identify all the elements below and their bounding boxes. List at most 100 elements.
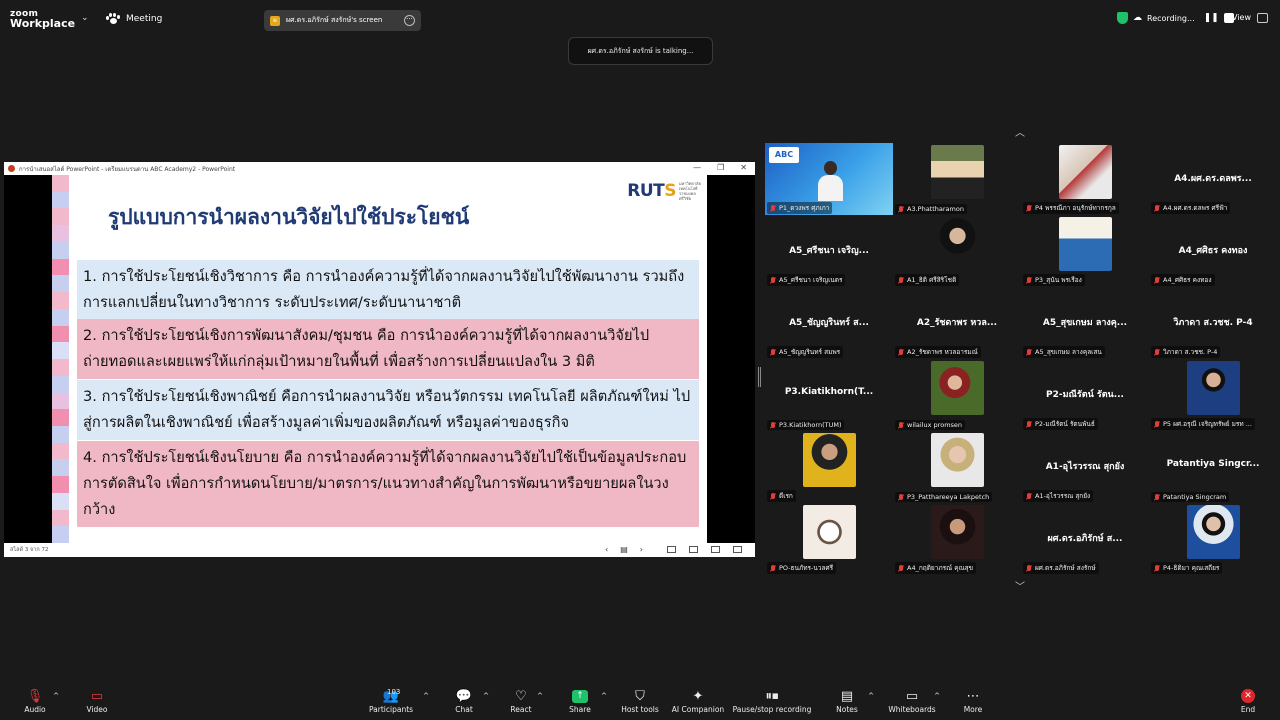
participant-tile[interactable]: A4.ผศ.ดร.ดลพร... A4.ผศ.ดร.ดลพร ศรีฟ้า [1149,143,1277,215]
participant-tile[interactable]: ABC P1_ดวงพร ศุภเกา [765,143,893,215]
participant-tile[interactable]: ดีเรก [765,431,893,503]
share-options-chevron[interactable]: ^ [600,687,608,705]
participant-tile[interactable]: P3_Patthareeya Lakpetch [893,431,1021,503]
chat-icon: 💬 [455,688,473,704]
audio-label: Audio [24,705,46,714]
host-tools-button[interactable]: ⛉ Host tools [620,687,660,715]
audio-button[interactable]: 🎙 Audio [22,687,48,715]
participant-tile[interactable]: P3_สุนัน พรเรือง [1021,215,1149,287]
chevron-down-icon[interactable]: ⌄ [81,13,89,23]
end-icon: ✕ [1241,689,1255,703]
ruts-logo: RUTS มหาวิทยาลัยเทคโนโลยีราชมงคลศรีวิชัย [627,181,701,201]
pause-stop-recording-button[interactable]: ⏸⏹ Pause/stop recording [732,687,812,715]
muted-mic-icon [1154,420,1160,428]
notes-button[interactable]: ▤ Notes [835,687,859,715]
slide-item-1: 1. การใช้ประโยชน์เชิงวิชาการ คือ การนำอง… [77,260,699,320]
muted-mic-icon [898,276,904,284]
participant-name: A4_ศศิธร คงทอง [1163,276,1212,284]
participant-tile[interactable]: A2_รัชดาพร หวล... A2_รัชดาพร หวลอารมณ์ [893,287,1021,359]
participant-tile[interactable]: A3.Phattharamon [893,143,1021,215]
participant-tile[interactable]: A1_ธิติ ศรีสิริโชติ [893,215,1021,287]
gallery-up-icon[interactable]: ︿ [1015,124,1025,139]
reading-view-icon[interactable] [711,546,720,553]
participant-tile[interactable]: P4 พรรณีภา อนุรักษ์ทากรกุล [1021,143,1149,215]
participant-name: A4_กฤติยาภรณ์ คุณสุข [907,564,974,572]
meeting-info-button[interactable]: Meeting [106,13,162,25]
screen-share-pill[interactable]: ผ ผศ.ดร.อภิรักษ์ สงรักษ์'s screen ··· [264,10,421,31]
participant-display-name: วิภาดา ส.วชช. P-4 [1173,318,1253,328]
view-button[interactable]: View [1232,13,1268,23]
participant-display-name: ผศ.ดร.อภิรักษ์ ส... [1047,534,1123,544]
gallery-down-icon[interactable]: ﹀ [1015,578,1025,593]
restore-icon[interactable]: ❐ [717,163,724,172]
participant-name: wilailux promsen [907,421,963,429]
more-button[interactable]: ⋯ More [961,687,985,715]
chat-button[interactable]: 💬 Chat [452,687,476,715]
react-label: React [510,705,532,714]
participant-tile[interactable]: P5 ผศ.อรุณี เจริญทรัพย์ มรท ... [1149,359,1277,431]
participant-name: P3.Kiatikhorn(TUM) [779,421,842,429]
participant-name-label: A3.Phattharamon [895,204,967,214]
ruts-tag: มหาวิทยาลัยเทคโนโลยีราชมงคลศรีวิชัย [679,181,701,201]
prev-slide-icon[interactable]: ‹ [605,543,608,557]
participant-display-name: P2-มณีรัตน์ รัตน... [1046,390,1124,400]
whiteboards-options-chevron[interactable]: ^ [933,687,941,705]
bottom-toolbar: 🎙 Audio ^ ▭ Video 👥 103 Participants ^ 💬 … [0,682,1280,720]
participant-photo [931,145,984,199]
participant-tile[interactable]: P2-มณีรัตน์ รัตน... P2-มณีรัตน์ รัตนพันธ์ [1021,359,1149,431]
participant-tile[interactable]: A4_ศศิธร คงทอง A4_ศศิธร คงทอง [1149,215,1277,287]
minimize-icon[interactable]: — [693,163,701,172]
sparkle-icon: ✦ [692,688,704,704]
participant-tile[interactable]: wilailux promsen [893,359,1021,431]
top-bar: zoom Workplace ⌄ Meeting ผ ผศ.ดร.อภิรักษ… [0,0,1280,38]
pause-recording-button[interactable]: ❚❚ [1204,13,1219,23]
participant-name-label: A4.ผศ.ดร.ดลพร ศรีฟ้า [1151,202,1231,214]
ai-companion-button[interactable]: ✦ AI Companion [670,687,726,715]
chevron-up-icon: ^ [601,692,607,700]
share-button[interactable]: ↑ Share [567,687,593,714]
slideshow-view-icon[interactable] [733,546,742,553]
react-options-chevron[interactable]: ^ [536,687,544,705]
participant-display-name: A5_สุขเกษม ลางคุ... [1042,318,1128,328]
participants-options-chevron[interactable]: ^ [422,687,430,705]
end-button[interactable]: ✕ End [1236,687,1260,714]
share-label: Share [569,705,591,714]
participant-tile[interactable]: A4_กฤติยาภรณ์ คุณสุข [893,503,1021,575]
muted-mic-icon [898,421,904,429]
participant-name-label: wilailux promsen [895,420,966,430]
audio-options-chevron[interactable]: ^ [52,687,60,705]
react-button[interactable]: ♡ React [508,687,534,715]
chat-options-chevron[interactable]: ^ [482,687,490,705]
participant-name: P3_Patthareeya Lakpetch [907,493,990,501]
splitter-handle[interactable] [758,367,761,387]
slide-menu-icon[interactable]: ▤ [620,543,628,557]
notes-options-chevron[interactable]: ^ [867,687,875,705]
chevron-up-icon: ^ [423,692,429,700]
participant-tile[interactable]: A1-อุไรวรรณ สุกยัง A1-อุไรวรรณ สุกยัง [1021,431,1149,503]
participant-tile[interactable]: A5_ศรีชนา เจริญ... A5_ศรีชนา เจริญเนตร [765,215,893,287]
participant-tile[interactable]: A5_สุขเกษม ลางคุ... A5_สุขเกษม ลางคุลเสน [1021,287,1149,359]
participants-button[interactable]: 👥 103 Participants [369,687,413,714]
participants-label: Participants [369,705,414,714]
muted-mic-icon [1026,204,1032,212]
participant-tile[interactable]: วิภาดา ส.วชช. P-4 วิภาดา ส.วชช. P-4 [1149,287,1277,359]
participant-name-label: P1_ดวงพร ศุภเกา [767,202,833,214]
participant-tile[interactable]: ผศ.ดร.อภิรักษ์ ส... ผศ.ดร.อภิรักษ์ สงรักษ… [1021,503,1149,575]
normal-view-icon[interactable] [667,546,676,553]
participant-name-label: P3_สุนัน พรเรือง [1023,274,1085,286]
zoom-logo[interactable]: zoom Workplace [10,9,75,29]
chevron-up-icon: ^ [934,692,940,700]
muted-mic-icon [770,564,776,572]
video-button[interactable]: ▭ Video [84,687,110,715]
sorter-view-icon[interactable] [689,546,698,553]
whiteboards-button[interactable]: ▭ Whiteboards [888,687,936,715]
abc-logo: ABC [769,147,799,163]
more-icon[interactable]: ··· [404,15,415,26]
next-slide-icon[interactable]: › [640,543,643,557]
participant-tile[interactable]: PO-ธนภัทร-นวลศรี [765,503,893,575]
participant-tile[interactable]: P4-ธิติมา คุณเสถียร [1149,503,1277,575]
participant-tile[interactable]: Patantiya Singcr... Patantiya Singcram [1149,431,1277,503]
close-icon[interactable]: ✕ [740,163,747,172]
participant-tile[interactable]: P3.Kiatikhorn(T... P3.Kiatikhorn(TUM) [765,359,893,431]
participant-tile[interactable]: A5_ชัญญรินทร์ ส... A5_ชัญญรินทร์ สมพร [765,287,893,359]
